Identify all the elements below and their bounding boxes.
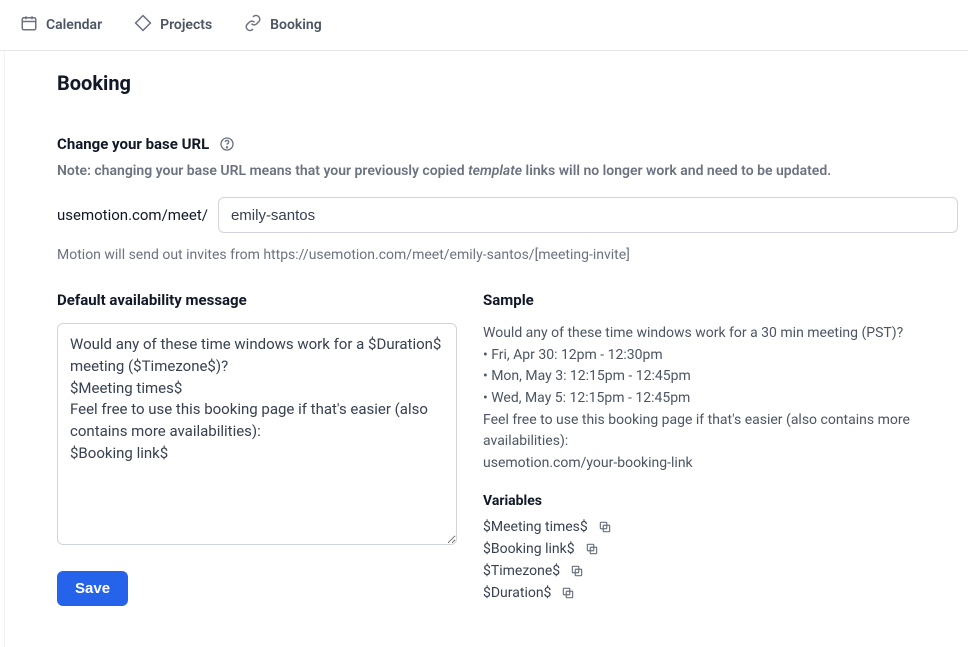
variable-name: $Timezone$ [483,563,560,579]
page-content: Booking Change your base URL Note: chang… [4,51,968,647]
link-icon [244,14,262,36]
variable-name: $Booking link$ [483,541,575,557]
variables-label: Variables [483,493,948,509]
variable-name: $Meeting times$ [483,519,588,535]
page-title: Booking [57,71,968,95]
nav-calendar-label: Calendar [46,17,102,33]
copy-icon[interactable] [585,542,599,556]
help-icon[interactable] [219,136,235,152]
variable-row: $Duration$ [483,585,948,601]
projects-icon [134,14,152,36]
baseurl-heading: Change your base URL [57,135,209,153]
top-nav: Calendar Projects Booking [0,0,968,51]
baseurl-note: Note: changing your base URL means that … [57,163,968,179]
variable-row: $Timezone$ [483,563,948,579]
nav-projects[interactable]: Projects [134,14,212,36]
baseurl-hint: Motion will send out invites from https:… [57,247,968,263]
variable-row: $Booking link$ [483,541,948,557]
nav-calendar[interactable]: Calendar [20,14,102,36]
copy-icon[interactable] [570,564,584,578]
sample-label: Sample [483,291,948,309]
nav-booking[interactable]: Booking [244,14,322,36]
save-button[interactable]: Save [57,571,128,606]
nav-projects-label: Projects [160,17,212,33]
sample-text: Would any of these time windows work for… [483,323,948,475]
calendar-icon [20,14,38,36]
copy-icon[interactable] [561,586,575,600]
availability-textarea[interactable] [57,323,457,545]
availability-label: Default availability message [57,291,457,309]
nav-booking-label: Booking [270,17,322,33]
baseurl-input[interactable] [218,197,958,233]
variable-row: $Meeting times$ [483,519,948,535]
baseurl-prefix: usemotion.com/meet/ [57,206,208,224]
variable-name: $Duration$ [483,585,551,601]
copy-icon[interactable] [598,520,612,534]
